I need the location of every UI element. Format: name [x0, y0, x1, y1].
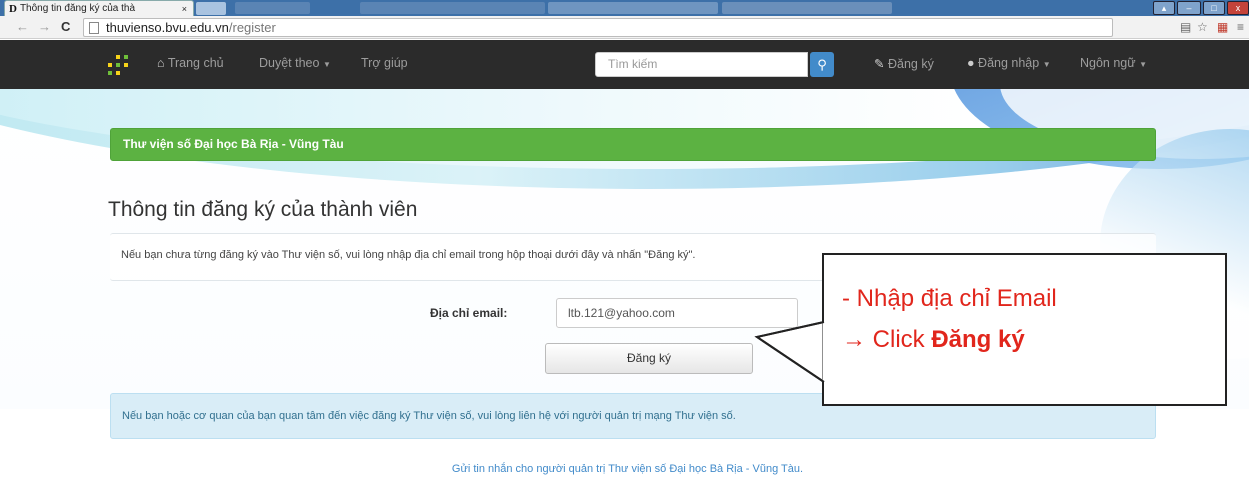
- callout-text-line2: → Click Đăng ký: [842, 326, 1025, 354]
- caret-down-icon: ▼: [322, 60, 331, 69]
- search-icon: ⚲: [817, 56, 827, 72]
- page-icon: [89, 22, 99, 34]
- intro-text: Nếu bạn chưa từng đăng ký vào Thư viện s…: [121, 249, 696, 261]
- extension-icon[interactable]: ▦: [1217, 20, 1228, 34]
- maximize-window-icon[interactable]: □: [1203, 1, 1225, 15]
- tab-favicon-icon: D: [9, 2, 17, 15]
- footer: Gửi tin nhắn cho người quản trị Thư viện…: [0, 463, 1249, 475]
- browser-tab-blurred[interactable]: [722, 2, 892, 14]
- window-menu-icon[interactable]: ▴: [1153, 1, 1175, 15]
- browser-tab-blurred[interactable]: [235, 2, 310, 14]
- browser-tab-blurred[interactable]: [548, 2, 718, 14]
- nav-home[interactable]: ⌂ Trang chủ: [157, 56, 224, 70]
- back-arrow-icon[interactable]: ←: [16, 19, 29, 34]
- tab-close-icon[interactable]: ×: [182, 4, 187, 14]
- tab-title: Thông tin đăng ký của thà: [19, 3, 136, 14]
- site-navbar: ⌂ Trang chủ Duyệt theo ▼ Trợ giúp Tìm ki…: [0, 40, 1249, 89]
- callout-bold-register: Đăng ký: [931, 326, 1025, 353]
- browser-toolbar: ← → C thuvienso.bvu.edu.vn/register ▤ ☆ …: [0, 16, 1249, 39]
- nav-home-label: Trang chủ: [167, 56, 224, 70]
- translate-icon[interactable]: ▤: [1180, 20, 1191, 34]
- minimize-window-icon[interactable]: –: [1177, 1, 1201, 15]
- callout-text-line1: - Nhập địa chỉ Email: [842, 285, 1057, 312]
- caret-down-icon: ▼: [1042, 60, 1051, 69]
- caret-down-icon: ▼: [1139, 60, 1148, 69]
- reload-icon[interactable]: C: [61, 19, 70, 34]
- search-input[interactable]: Tìm kiếm: [595, 52, 808, 77]
- register-button[interactable]: Đăng ký: [545, 343, 753, 374]
- browser-tab-blurred[interactable]: [360, 2, 545, 14]
- nav-browse-dropdown[interactable]: Duyệt theo ▼: [259, 56, 331, 70]
- url-domain: thuvienso.bvu.edu.vn: [106, 20, 229, 35]
- nav-register[interactable]: ✎ Đăng ký: [874, 56, 934, 71]
- nav-language-label: Ngôn ngữ: [1080, 56, 1136, 70]
- nav-language-dropdown[interactable]: Ngôn ngữ ▼: [1080, 56, 1147, 70]
- user-icon: ●: [967, 56, 975, 70]
- pencil-icon: ✎: [874, 57, 885, 71]
- nav-help[interactable]: Trợ giúp: [361, 56, 408, 70]
- home-icon: ⌂: [157, 56, 165, 70]
- search-button[interactable]: ⚲: [810, 52, 834, 77]
- browser-tab-active[interactable]: D Thông tin đăng ký của thà ×: [4, 0, 194, 16]
- site-logo-icon[interactable]: [108, 55, 128, 75]
- info-text: Nếu bạn hoặc cơ quan của bạn quan tâm đế…: [122, 410, 736, 422]
- browser-menu-icon[interactable]: ≡: [1237, 20, 1244, 34]
- browser-tab-strip: D Thông tin đăng ký của thà × ▴ – □ x: [0, 0, 1249, 16]
- bookmark-star-icon[interactable]: ☆: [1197, 20, 1208, 34]
- url-path: /register: [228, 20, 276, 35]
- close-window-icon[interactable]: x: [1227, 1, 1249, 15]
- new-tab-button[interactable]: [196, 2, 226, 15]
- nav-login-label: Đăng nhập: [978, 56, 1040, 70]
- library-banner: Thư viện số Đại học Bà Rịa - Vũng Tàu: [110, 128, 1156, 161]
- page: D Thông tin đăng ký của thà × ▴ – □ x ← …: [0, 0, 1249, 493]
- address-bar[interactable]: thuvienso.bvu.edu.vn/register: [83, 18, 1113, 37]
- forward-arrow-icon[interactable]: →: [38, 19, 51, 34]
- callout-arrow-prefix: → Click: [842, 326, 932, 353]
- page-title: Thông tin đăng ký của thành viên: [108, 198, 418, 221]
- email-label: Địa chỉ email:: [430, 306, 508, 320]
- nav-login-dropdown[interactable]: ● Đăng nhập ▼: [967, 56, 1051, 70]
- contact-admin-link[interactable]: Gửi tin nhắn cho người quản trị Thư viện…: [452, 463, 803, 475]
- nav-register-label: Đăng ký: [887, 57, 934, 71]
- email-field[interactable]: ltb.121@yahoo.com: [556, 298, 798, 328]
- nav-browse-label: Duyệt theo: [259, 56, 320, 70]
